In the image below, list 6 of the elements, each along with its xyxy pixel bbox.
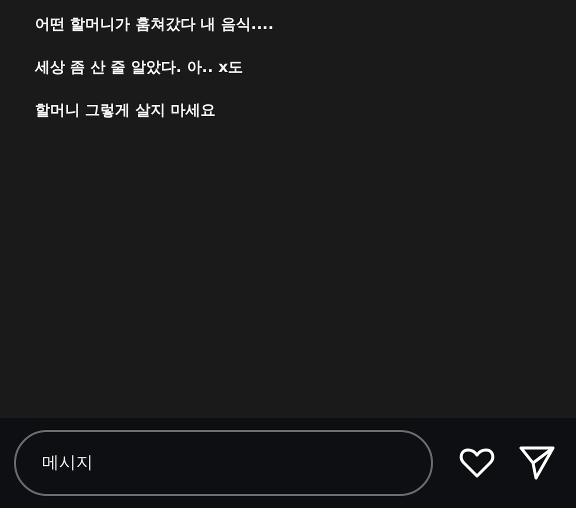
message-text: 세상 좀 산 줄 알았다. 아.. x도 bbox=[35, 57, 244, 77]
message-text: 어떤 할머니가 훔쳐갔다 내 음식.... bbox=[35, 14, 275, 34]
message-text: 할머니 그렇게 살지 마세요 bbox=[35, 100, 217, 120]
send-icon[interactable] bbox=[519, 446, 555, 480]
message-field[interactable]: 메시지 bbox=[14, 430, 433, 496]
heart-icon[interactable] bbox=[459, 447, 495, 479]
